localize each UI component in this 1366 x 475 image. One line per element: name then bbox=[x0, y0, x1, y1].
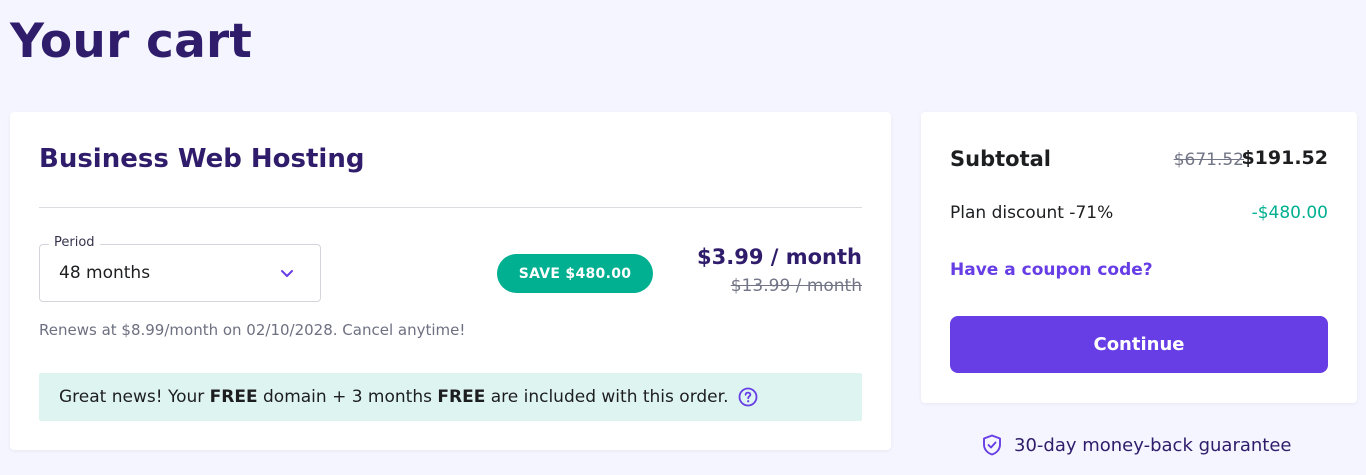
subtotal-amount: $191.52 bbox=[1241, 147, 1328, 169]
promo-text-part2: domain + 3 months bbox=[257, 387, 438, 407]
original-price-per-month: $13.99 / month bbox=[730, 276, 862, 296]
promo-text-part1: Great news! Your bbox=[59, 387, 210, 407]
save-badge: SAVE $480.00 bbox=[497, 254, 653, 293]
subtotal-label: Subtotal bbox=[950, 147, 1051, 171]
promo-text-part3: are included with this order. bbox=[485, 387, 729, 407]
page-title: Your cart bbox=[10, 14, 253, 69]
continue-button[interactable]: Continue bbox=[950, 316, 1328, 373]
promo-banner: Great news! Your FREE domain + 3 months … bbox=[39, 373, 862, 421]
guarantee-text: 30-day money-back guarantee bbox=[1014, 434, 1292, 456]
help-icon[interactable] bbox=[738, 387, 758, 407]
product-title: Business Web Hosting bbox=[39, 144, 365, 174]
chevron-down-icon[interactable] bbox=[279, 265, 295, 281]
period-value: 48 months bbox=[59, 263, 151, 283]
shield-check-icon bbox=[983, 434, 1001, 456]
promo-free-months: FREE bbox=[437, 387, 486, 407]
divider bbox=[39, 207, 862, 208]
promo-free-domain: FREE bbox=[209, 387, 258, 407]
promo-text: Great news! Your FREE domain + 3 months … bbox=[59, 387, 728, 407]
subtotal-original: $671.52 bbox=[1173, 150, 1244, 170]
product-card: Business Web Hosting Period 48 months SA… bbox=[10, 112, 891, 450]
price-per-month: $3.99 / month bbox=[697, 245, 862, 269]
plan-discount-value: -$480.00 bbox=[1251, 203, 1328, 223]
renewal-note: Renews at $8.99/month on 02/10/2028. Can… bbox=[39, 321, 466, 339]
period-label: Period bbox=[49, 235, 100, 250]
plan-discount-label: Plan discount -71% bbox=[950, 203, 1114, 223]
money-back-guarantee: 30-day money-back guarantee bbox=[980, 433, 1292, 457]
period-select[interactable]: Period 48 months bbox=[39, 235, 321, 302]
coupon-code-link[interactable]: Have a coupon code? bbox=[950, 260, 1153, 280]
order-summary-card: Subtotal $671.52 $191.52 Plan discount -… bbox=[921, 112, 1357, 403]
